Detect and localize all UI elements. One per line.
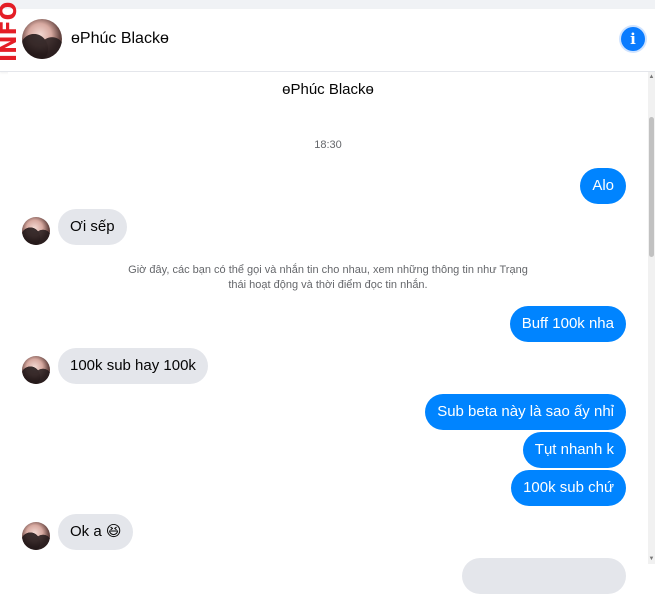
message-bubble-incoming[interactable]: Ok a 😆: [58, 514, 134, 550]
message-bubble-outgoing[interactable]: Tụt nhanh k: [522, 432, 626, 468]
info-watermark: INFO: [0, 1, 22, 63]
message-bubble-incoming[interactable]: Ơi sếp: [58, 209, 127, 245]
message-bubble-outgoing[interactable]: Buff 100k nha: [509, 306, 626, 342]
message-thread[interactable]: ɵPhúc Blackɵ 18:30 Alo Ơi sếp Giờ đây, c…: [8, 72, 648, 594]
message-bubble-outgoing[interactable]: 100k sub chứ: [511, 470, 626, 506]
scroll-thumb[interactable]: [649, 117, 654, 257]
info-icon[interactable]: i: [621, 27, 645, 51]
conversation-header: ɵPhúc Blackɵ i: [0, 9, 655, 72]
message-bubble-outgoing[interactable]: Alo: [580, 168, 626, 204]
scroll-down-arrow[interactable]: ▼: [648, 554, 655, 564]
sender-avatar[interactable]: [22, 522, 50, 550]
sender-avatar[interactable]: [22, 356, 50, 384]
thread-scrollbar[interactable]: ▲ ▼: [648, 72, 655, 564]
message-timestamp: 18:30: [314, 139, 342, 151]
sender-avatar[interactable]: [22, 217, 50, 245]
connection-notice: Giờ đây, các bạn có thể gọi và nhắn tin …: [128, 264, 528, 291]
message-bubble-partial[interactable]: [462, 558, 626, 594]
thread-title: ɵPhúc Blackɵ: [282, 81, 374, 98]
message-bubble-incoming[interactable]: 100k sub hay 100k: [58, 348, 208, 384]
contact-avatar[interactable]: [22, 19, 62, 59]
scroll-up-arrow[interactable]: ▲: [648, 72, 655, 82]
contact-name[interactable]: ɵPhúc Blackɵ: [71, 30, 169, 48]
message-bubble-outgoing[interactable]: Sub beta này là sao ấy nhỉ: [425, 394, 626, 430]
